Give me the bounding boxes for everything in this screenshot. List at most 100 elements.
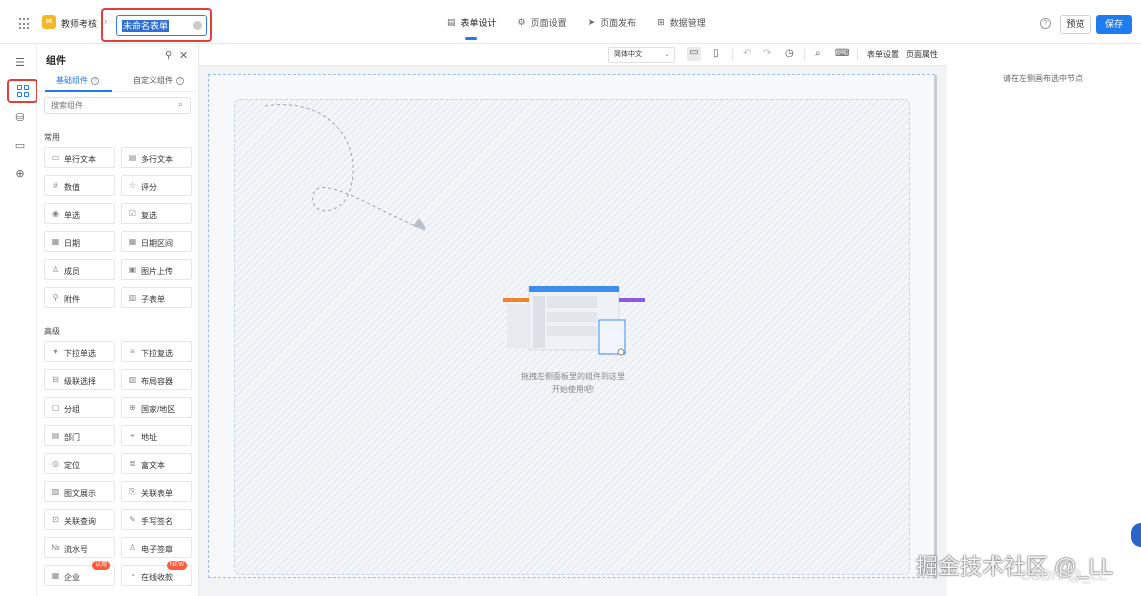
component-item[interactable]: № 流水号 <box>44 537 115 558</box>
save-button[interactable]: 保存 <box>1096 15 1132 34</box>
input-icon: ▭ <box>51 153 60 162</box>
component-item[interactable]: ◉ 单选 <box>44 203 115 224</box>
seal-icon: ♙ <box>128 543 137 552</box>
app-name[interactable]: 教师考核 <box>61 17 97 30</box>
component-item[interactable]: ⌖ 地址 <box>121 425 192 446</box>
component-label: 级联选择 <box>64 377 96 386</box>
document-icon: ▤ <box>447 16 456 27</box>
component-label: 电子签章 <box>141 545 173 554</box>
toolbar-divider <box>804 49 805 60</box>
toolbar-divider <box>857 49 858 60</box>
component-item[interactable]: ⊟ 级联选择 <box>44 369 115 390</box>
link-form-icon: ⎘ <box>129 487 136 496</box>
serial-icon: № <box>51 543 60 552</box>
component-item[interactable]: ▦ 日期区间 <box>121 231 192 252</box>
component-item[interactable]: ♙ 电子签章 <box>121 537 192 558</box>
app-logo-icon: ✉ <box>42 15 56 29</box>
datasource-icon[interactable]: ⛁ <box>14 112 26 124</box>
tab-page-publish[interactable]: ➤ 页面发布 <box>588 0 637 44</box>
tab-data-management[interactable]: ⊞ 数据管理 <box>657 0 706 44</box>
preview-button[interactable]: 预览 <box>1060 15 1091 34</box>
component-label: 下拉单选 <box>64 349 96 358</box>
floating-help-button[interactable] <box>1131 523 1141 547</box>
tab-form-design[interactable]: ▤ 表单设计 <box>447 0 497 44</box>
component-item[interactable]: ☑ 复选 <box>121 203 192 224</box>
component-item[interactable]: ▤ 多行文本 <box>121 147 192 168</box>
component-item[interactable]: ▦ 日期 <box>44 231 115 252</box>
component-item[interactable]: ▭ 单行文本 <box>44 147 115 168</box>
history-icon[interactable]: ◷ <box>785 48 794 60</box>
redo-icon[interactable]: ↷ <box>763 48 771 60</box>
textarea-icon: ▤ <box>128 153 137 162</box>
code-icon[interactable]: ▭ <box>14 140 26 152</box>
component-item[interactable]: ▤ 部门 <box>44 425 115 446</box>
component-label: 下拉复选 <box>141 349 173 358</box>
undo-icon[interactable]: ↶ <box>743 48 751 60</box>
component-item[interactable]: ▨ 图文展示 <box>44 481 115 502</box>
tab-custom-components[interactable]: 自定义组件? <box>133 75 184 86</box>
search-icon[interactable]: ⌕ <box>815 48 821 60</box>
properties-panel: 请在左侧画布选中节点 <box>947 44 1141 596</box>
desktop-view-icon[interactable]: ▭ <box>687 47 701 61</box>
component-item[interactable]: ≣ 富文本 <box>121 453 192 474</box>
help-icon[interactable]: ? <box>1040 18 1051 29</box>
component-label: 流水号 <box>64 545 88 554</box>
outline-icon[interactable]: ☰ <box>14 57 26 69</box>
clear-icon[interactable] <box>193 21 202 30</box>
component-item[interactable]: ▥ 子表单 <box>121 287 192 308</box>
component-item[interactable]: ♙ 成员 <box>44 259 115 280</box>
component-item[interactable]: ≡ 下拉复选 <box>121 341 192 362</box>
language-select[interactable]: 简体中文 ⌄ <box>608 47 675 63</box>
dropdown-icon: ▾ <box>53 347 58 356</box>
component-item[interactable]: ▥ 布局容器 <box>121 369 192 390</box>
mobile-view-icon[interactable]: ▯ <box>713 48 719 60</box>
form-title-input[interactable]: 未命名表单 <box>116 15 207 36</box>
component-label: 日期区间 <box>141 239 173 248</box>
component-label: 成员 <box>64 267 80 276</box>
group-icon: ▢ <box>51 403 60 412</box>
component-item[interactable]: ☆ 评分 <box>121 175 192 196</box>
keyboard-icon[interactable]: ⌨ <box>835 48 849 60</box>
signature-icon: ✎ <box>129 515 136 524</box>
payment-icon: ◔ <box>130 571 135 580</box>
component-item[interactable]: ▦ 企业 试用 <box>44 561 115 586</box>
close-icon[interactable]: ✕ <box>179 49 188 62</box>
toolbar-divider <box>732 49 733 60</box>
question-icon[interactable]: ? <box>176 76 184 85</box>
component-label: 分组 <box>64 405 80 414</box>
drop-zone[interactable]: 拖拽左侧面板里的组件到这里 开始使用吧! <box>234 99 910 575</box>
search-input[interactable] <box>44 97 191 114</box>
address-icon: ⌖ <box>130 431 135 440</box>
search-icon[interactable]: ⌕ <box>178 99 183 110</box>
globe-icon[interactable]: ⊕ <box>14 168 26 180</box>
group-label-common: 常用 <box>44 133 60 142</box>
component-item[interactable]: ▣ 图片上传 <box>121 259 192 280</box>
component-item[interactable]: # 数值 <box>44 175 115 196</box>
tab-basic-components[interactable]: 基础组件? <box>56 75 99 86</box>
pin-icon[interactable]: ⚲ <box>165 50 172 61</box>
component-item[interactable]: ⊡ 关联查询 <box>44 509 115 530</box>
form-title-highlight: 未命名表单 <box>101 8 212 42</box>
component-label: 企业 <box>64 573 80 582</box>
query-icon: ⊡ <box>52 515 59 524</box>
component-item[interactable]: ✎ 手写签名 <box>121 509 192 530</box>
tab-page-settings[interactable]: ⚙ 页面设置 <box>518 0 567 44</box>
top-bar: ✉ 教师考核 › 未命名表单 ▤ 表单设计 ⚙ 页面设置 ➤ 页面发布 ⊞ 数据… <box>0 0 1141 44</box>
date-range-icon: ▦ <box>128 237 137 246</box>
form-settings-link[interactable]: 表单设置 <box>867 49 899 60</box>
question-icon[interactable]: ? <box>91 76 99 85</box>
canvas-toolbar: 简体中文 ⌄ ▭ ▯ ↶ ↷ ◷ ⌕ ⌨ 表单设置 页面属性 <box>199 44 947 66</box>
components-icon <box>17 85 29 97</box>
component-item[interactable]: ⊕ 国家/地区 <box>121 397 192 418</box>
component-item[interactable]: ◎ 定位 <box>44 453 115 474</box>
component-item[interactable]: ▾ 下拉单选 <box>44 341 115 362</box>
components-rail-button[interactable] <box>7 79 38 103</box>
component-item[interactable]: ⚲ 附件 <box>44 287 115 308</box>
globe-icon: ⊕ <box>129 403 136 412</box>
component-item[interactable]: ▢ 分组 <box>44 397 115 418</box>
component-item[interactable]: ⎘ 关联表单 <box>121 481 192 502</box>
component-item[interactable]: ◔ 在线收款 NEW <box>121 561 192 586</box>
app-grid-icon[interactable] <box>19 18 31 30</box>
page-properties-link[interactable]: 页面属性 <box>906 49 938 60</box>
image-icon: ▣ <box>128 265 137 274</box>
